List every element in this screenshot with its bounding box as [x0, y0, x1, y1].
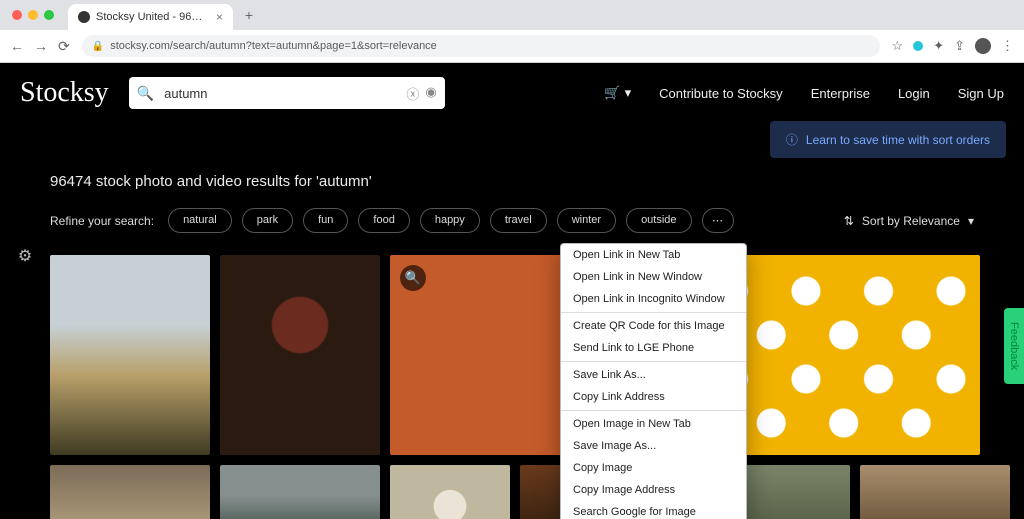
chrome-tabstrip: Stocksy United - 96474 stoc… × + — [0, 0, 1024, 30]
refine-pill[interactable]: outside — [626, 208, 691, 233]
new-tab-button[interactable]: + — [239, 5, 259, 25]
search-input[interactable] — [162, 85, 398, 102]
lock-icon: 🔒 — [92, 41, 104, 52]
reload-icon[interactable]: ⟳ — [58, 38, 70, 55]
refine-pill[interactable]: winter — [557, 208, 616, 233]
result-tile[interactable] — [390, 465, 510, 519]
tips-banner-text: Learn to save time with sort orders — [806, 133, 990, 147]
share-icon[interactable]: ⇪ — [954, 38, 965, 54]
visual-search-icon[interactable]: ◉ — [425, 84, 436, 103]
ctx-separator — [561, 410, 746, 411]
result-tile[interactable] — [50, 255, 210, 455]
nav-contribute[interactable]: Contribute to Stocksy — [659, 86, 783, 101]
content: 96474 stock photo and video results for … — [0, 123, 1024, 519]
chevron-down-icon: ▾ — [968, 214, 974, 228]
sort-button[interactable]: ⇅ Sort by Relevance ▾ — [844, 214, 974, 228]
window-controls[interactable] — [12, 10, 54, 20]
extension-icon[interactable] — [913, 41, 923, 51]
sort-icon: ⇅ — [844, 214, 854, 228]
refine-pill[interactable]: park — [242, 208, 293, 233]
refine-pill[interactable]: happy — [420, 208, 480, 233]
browser-tab-title: Stocksy United - 96474 stoc… — [96, 11, 206, 23]
ctx-item[interactable]: Open Link in Incognito Window — [561, 288, 746, 310]
results-count: 96474 stock photo and video results for … — [50, 173, 974, 190]
close-window-icon[interactable] — [12, 10, 22, 20]
cart-icon: 🛒 — [604, 85, 620, 101]
site-logo[interactable]: Stocksy — [20, 77, 109, 109]
close-tab-icon[interactable]: × — [216, 10, 223, 24]
search-icon: 🔍 — [137, 85, 154, 102]
refine-pill[interactable]: natural — [168, 208, 232, 233]
forward-icon[interactable]: → — [34, 38, 48, 55]
ctx-separator — [561, 361, 746, 362]
favicon-icon — [78, 11, 90, 23]
refine-row: Refine your search: natural park fun foo… — [50, 208, 974, 233]
page: Stocksy 🔍 ⓧ ◉ 🛒 ▾ Contribute to Stocksy … — [0, 63, 1024, 519]
filters-icon[interactable]: ⚙ — [14, 245, 36, 267]
back-icon[interactable]: ← — [10, 38, 24, 55]
chrome-toolbar: ← → ⟳ 🔒 stocksy.com/search/autumn?text=a… — [0, 30, 1024, 63]
maximize-window-icon[interactable] — [44, 10, 54, 20]
browser-tab[interactable]: Stocksy United - 96474 stoc… × — [68, 4, 233, 30]
sort-label: Sort by Relevance — [862, 214, 960, 228]
ctx-item[interactable]: Save Image As... — [561, 435, 746, 457]
refine-label: Refine your search: — [50, 214, 154, 228]
ctx-item[interactable]: Copy Image — [561, 457, 746, 479]
clear-search-icon[interactable]: ⓧ — [406, 84, 419, 103]
site-header: Stocksy 🔍 ⓧ ◉ 🛒 ▾ Contribute to Stocksy … — [0, 63, 1024, 123]
star-icon[interactable]: ☆ — [892, 38, 904, 54]
ctx-item[interactable]: Open Link in New Tab — [561, 244, 746, 266]
minimize-window-icon[interactable] — [28, 10, 38, 20]
ctx-item[interactable]: Send Link to LGE Phone — [561, 337, 746, 359]
context-menu: Open Link in New Tab Open Link in New Wi… — [560, 243, 747, 519]
result-tile[interactable] — [220, 465, 380, 519]
address-bar[interactable]: 🔒 stocksy.com/search/autumn?text=autumn&… — [82, 35, 880, 57]
cart-button[interactable]: 🛒 ▾ — [604, 85, 631, 101]
refine-more-button[interactable]: ⋯ — [702, 208, 734, 233]
ctx-item[interactable]: Search Google for Image — [561, 501, 746, 519]
result-tile[interactable] — [50, 465, 210, 519]
tips-banner[interactable]: ⓘ Learn to save time with sort orders — [770, 121, 1006, 158]
info-icon: ⓘ — [786, 131, 798, 148]
feedback-tab[interactable]: Feedback — [1004, 308, 1024, 384]
nav-login[interactable]: Login — [898, 86, 930, 101]
results-grid: 🔍 KKGAS — [50, 255, 974, 455]
chevron-down-icon: ▾ — [625, 85, 632, 101]
magnify-icon[interactable]: 🔍 — [400, 265, 426, 291]
refine-pill[interactable]: fun — [303, 208, 348, 233]
ctx-item[interactable]: Save Link As... — [561, 364, 746, 386]
kebab-menu-icon[interactable]: ⋮ — [1001, 38, 1014, 54]
address-url: stocksy.com/search/autumn?text=autumn&pa… — [110, 40, 437, 52]
ctx-item[interactable]: Create QR Code for this Image — [561, 315, 746, 337]
puzzle-icon[interactable]: ✦ — [933, 38, 944, 54]
refine-pill[interactable]: food — [358, 208, 409, 233]
ctx-item[interactable]: Open Link in New Window — [561, 266, 746, 288]
result-tile[interactable] — [220, 255, 380, 455]
ctx-separator — [561, 312, 746, 313]
nav-enterprise[interactable]: Enterprise — [811, 86, 870, 101]
results-grid — [50, 465, 974, 519]
refine-pills: natural park fun food happy travel winte… — [168, 208, 733, 233]
ctx-item[interactable]: Copy Link Address — [561, 386, 746, 408]
profile-avatar-icon[interactable] — [975, 38, 991, 54]
nav-signup[interactable]: Sign Up — [958, 86, 1004, 101]
ctx-item[interactable]: Open Image in New Tab — [561, 413, 746, 435]
refine-pill[interactable]: travel — [490, 208, 547, 233]
search-bar[interactable]: 🔍 ⓧ ◉ — [129, 77, 445, 109]
ctx-item[interactable]: Copy Image Address — [561, 479, 746, 501]
result-tile[interactable] — [860, 465, 1010, 519]
